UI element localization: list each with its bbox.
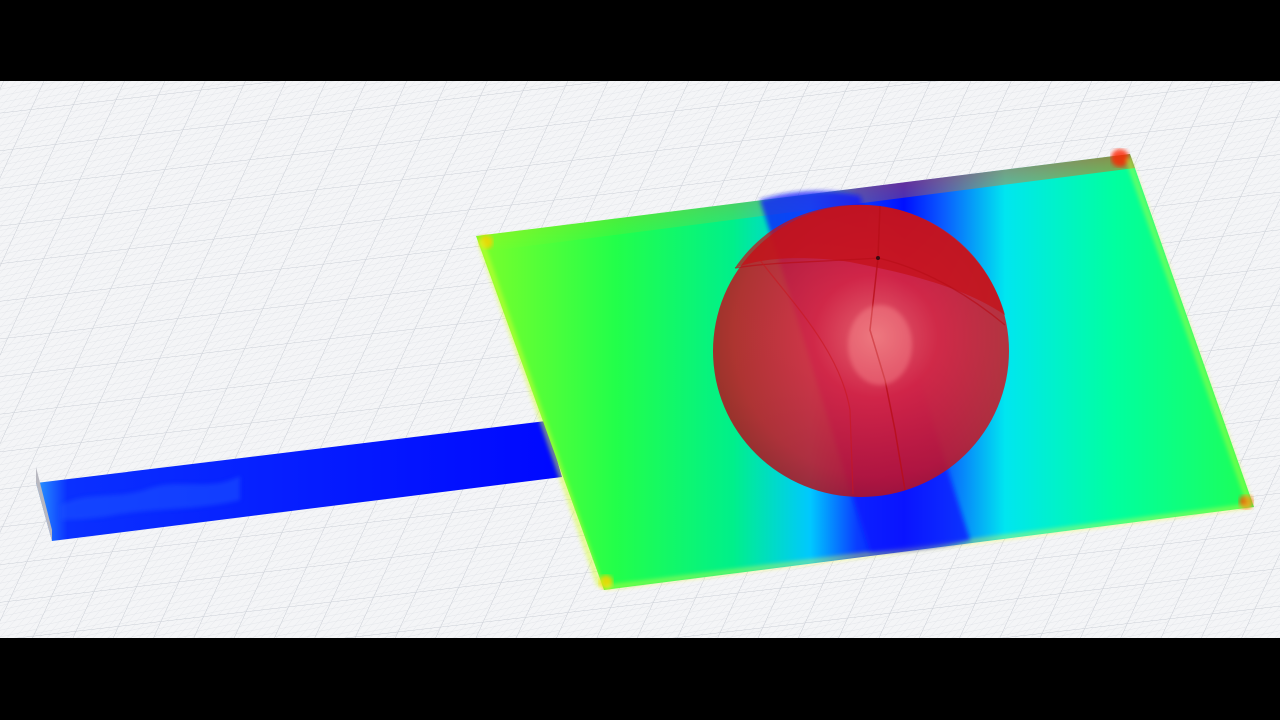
radiation-pattern-3d: [713, 204, 1009, 497]
letterbox-bottom: [0, 638, 1280, 720]
3d-viewport[interactable]: [0, 0, 1280, 720]
simulation-view: [0, 0, 1280, 720]
letterbox-top: [0, 0, 1280, 81]
